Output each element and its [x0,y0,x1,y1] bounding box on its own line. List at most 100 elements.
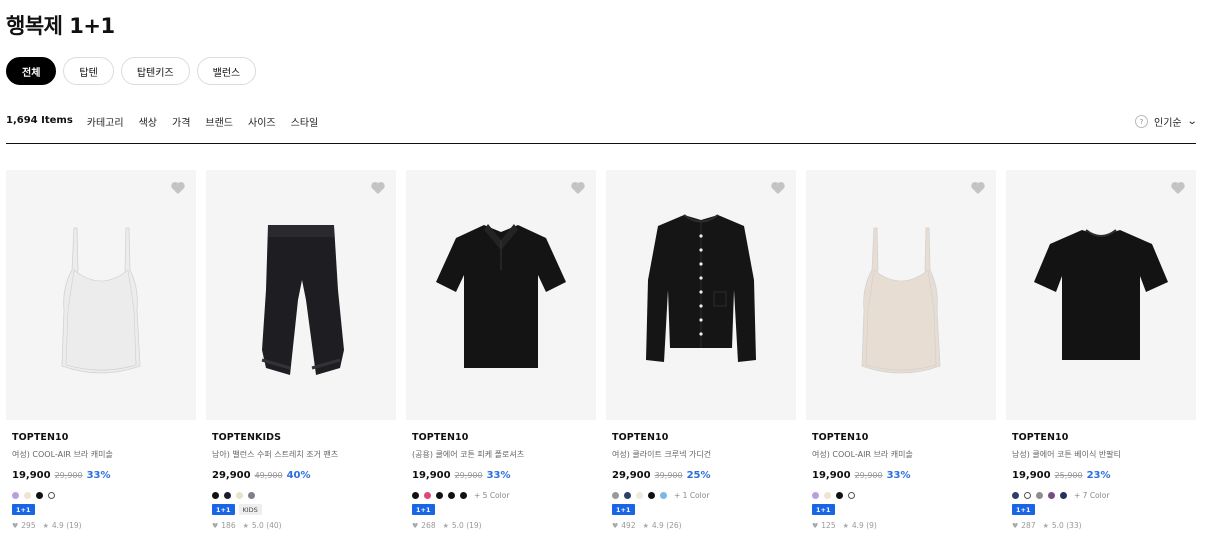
like-icon: ♥ [1012,521,1019,530]
tab-all[interactable]: 전체 [6,57,57,85]
like-icon: ♥ [612,521,619,530]
heart-icon[interactable] [370,180,386,195]
color-swatches: + 5 Color [412,491,596,500]
color-swatch[interactable] [1060,491,1067,499]
deal-badge: 1+1 [812,504,835,515]
sort-label: 인기순 [1154,118,1182,129]
deal-badge: 1+1 [12,504,35,515]
product-meta: ♥ 287 ★ 5.0 (33) [1012,521,1196,530]
product-card[interactable]: TOPTEN10 여성) COOL-AIR 브라 캐미솔 19,900 29,9… [6,170,196,550]
color-swatch[interactable] [24,491,31,499]
product-brand[interactable]: TOPTEN10 [612,432,796,443]
product-meta: ♥ 492 ★ 4.9 (26) [612,521,796,530]
tab-topten[interactable]: 탑텐 [63,57,114,85]
more-colors[interactable]: + 5 Color [474,491,509,500]
color-swatch[interactable] [1048,491,1055,499]
like-icon: ♥ [12,521,19,530]
color-swatch[interactable] [12,491,19,499]
product-brand[interactable]: TOPTEN10 [12,432,196,443]
color-swatch[interactable] [812,491,819,499]
color-swatch[interactable] [636,491,643,499]
product-brand[interactable]: TOPTENKIDS [212,432,396,443]
color-swatch[interactable] [824,491,831,499]
product-card[interactable]: TOPTENKIDS 남아) 밸런스 수퍼 스트레치 조거 팬츠 29,900 … [206,170,396,550]
color-swatch[interactable] [836,491,843,499]
filter-category[interactable]: 카테고리 [87,108,124,129]
product-card[interactable]: TOPTEN10 남성) 쿨에어 코튼 베이식 반팔티 19,900 25,90… [1006,170,1196,550]
color-swatch[interactable] [236,491,243,499]
deal-badge: 1+1 [412,504,435,515]
color-swatch[interactable] [436,491,443,499]
color-swatch[interactable] [48,491,55,499]
product-card[interactable]: TOPTEN10 여성) COOL-AIR 브라 캐미솔 19,900 29,9… [806,170,996,550]
filter-bar: 1,694 Items 카테고리 색상 가격 브랜드 사이즈 스타일 ? 인기순… [6,108,1197,144]
color-swatch[interactable] [36,491,43,499]
product-name[interactable]: 여성) 쿨라이트 크루넥 가디건 [612,449,796,460]
filter-price[interactable]: 가격 [172,108,190,129]
sort-dropdown[interactable]: ? 인기순 ⌄ [1135,108,1197,129]
color-swatch[interactable] [460,491,467,499]
color-swatch[interactable] [1036,491,1043,499]
tab-topten-kids[interactable]: 탑텐키즈 [120,57,190,85]
filter-style[interactable]: 스타일 [291,108,319,129]
more-colors[interactable]: + 1 Color [674,491,709,500]
color-swatch[interactable] [848,491,855,499]
color-swatch[interactable] [412,491,419,499]
product-name[interactable]: (공용) 쿨에어 코튼 피케 폴로셔츠 [412,449,596,460]
like-icon: ♥ [412,521,419,530]
star-icon: ★ [842,521,849,530]
color-swatches: + 7 Color [1012,491,1196,500]
color-swatch[interactable] [648,491,655,499]
color-swatch[interactable] [424,491,431,499]
product-brand[interactable]: TOPTEN10 [1012,432,1196,443]
price-row: 29,900 49,900 40% [212,470,396,481]
product-image[interactable] [806,170,996,420]
filter-color[interactable]: 색상 [139,108,157,129]
star-icon: ★ [1042,521,1049,530]
deal-badge: 1+1 [612,504,635,515]
heart-icon[interactable] [170,180,186,195]
product-image[interactable] [406,170,596,420]
product-image[interactable] [606,170,796,420]
more-colors[interactable]: + 7 Color [1074,491,1109,500]
color-swatch[interactable] [224,491,231,499]
brand-tabs: 전체 탑텐 탑텐키즈 밸런스 [6,57,257,85]
like-icon: ♥ [812,521,819,530]
discount-rate: 23% [1086,470,1111,481]
product-brand[interactable]: TOPTEN10 [812,432,996,443]
color-swatch[interactable] [1024,491,1031,499]
heart-icon[interactable] [770,180,786,195]
product-name[interactable]: 남아) 밸런스 수퍼 스트레치 조거 팬츠 [212,449,396,460]
product-name[interactable]: 남성) 쿨에어 코튼 베이식 반팔티 [1012,449,1196,460]
product-name[interactable]: 여성) COOL-AIR 브라 캐미솔 [812,449,996,460]
like-count: 125 [821,521,836,530]
product-image[interactable] [1006,170,1196,420]
help-icon[interactable]: ? [1135,115,1148,128]
price-row: 19,900 29,900 33% [12,470,196,481]
color-swatch[interactable] [660,491,667,499]
discount-rate: 33% [886,470,911,481]
color-swatch[interactable] [248,491,255,499]
color-swatch[interactable] [1012,491,1019,499]
filter-size[interactable]: 사이즈 [248,108,276,129]
product-image[interactable] [206,170,396,420]
filter-brand[interactable]: 브랜드 [205,108,233,129]
color-swatch[interactable] [612,491,619,499]
rating: 5.0 (33) [1051,521,1082,530]
color-swatch[interactable] [448,491,455,499]
product-image[interactable] [6,170,196,420]
deal-badge: 1+1 [212,504,235,515]
color-swatch[interactable] [212,491,219,499]
page-title: 행복제 1+1 [6,14,115,38]
discount-rate: 33% [486,470,511,481]
product-card[interactable]: TOPTEN10 (공용) 쿨에어 코튼 피케 폴로셔츠 19,900 29,9… [406,170,596,550]
color-swatch[interactable] [624,491,631,499]
product-card[interactable]: TOPTEN10 여성) 쿨라이트 크루넥 가디건 29,900 39,900 … [606,170,796,550]
heart-icon[interactable] [970,180,986,195]
badge-row: 1+1 [612,504,796,515]
product-brand[interactable]: TOPTEN10 [412,432,596,443]
heart-icon[interactable] [1170,180,1186,195]
product-name[interactable]: 여성) COOL-AIR 브라 캐미솔 [12,449,196,460]
heart-icon[interactable] [570,180,586,195]
tab-balance[interactable]: 밸런스 [196,57,257,85]
